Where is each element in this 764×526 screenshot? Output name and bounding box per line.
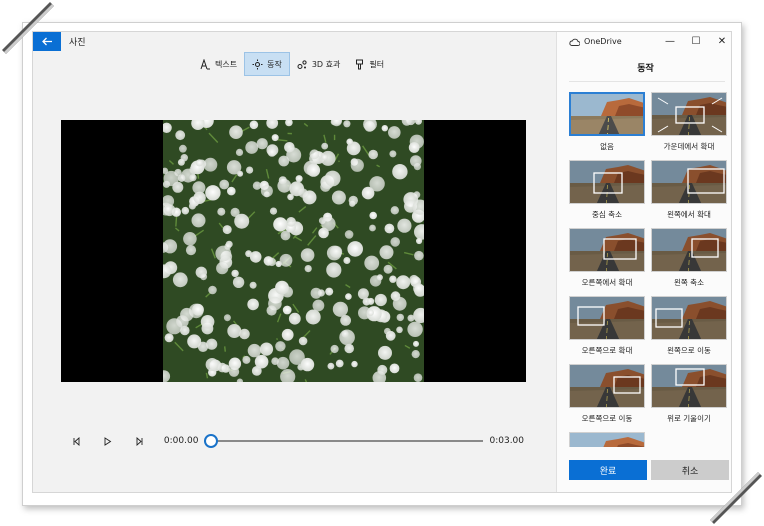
motion-grid: 없음 가운데에서 확대중심 축소 왼쪽에서 확대오른쪽에서 확대 왼쪽 축소오른쪽으로… [569, 92, 729, 447]
text-icon [200, 58, 211, 70]
motion-thumbnail [569, 364, 645, 408]
motion-option-label: 없음 [600, 142, 614, 151]
motion-option-label: 중심 축소 [592, 210, 622, 219]
playback-bar: 0:00.00 0:03.00 [69, 431, 524, 451]
motion-option[interactable]: 왼쪽 축소 [651, 228, 727, 289]
editor-toolbar: 텍스트 동작 3D 효과 필터 [193, 52, 391, 76]
motion-thumbnail [569, 160, 645, 204]
tool-filter[interactable]: 필터 [347, 52, 391, 76]
motion-option[interactable] [569, 432, 645, 447]
tool-3d-effects[interactable]: 3D 효과 [290, 52, 348, 76]
3d-effects-icon [297, 59, 308, 70]
motion-option-label: 오른쪽으로 이동 [581, 414, 633, 423]
back-button[interactable] [33, 32, 61, 51]
motion-option-label: 위로 기울이기 [667, 414, 711, 423]
tool-motion[interactable]: 동작 [244, 52, 290, 76]
panel-actions: 완료 취소 [569, 460, 729, 480]
motion-option[interactable]: 오른쪽에서 확대 [569, 228, 645, 289]
motion-thumbnail [651, 364, 727, 408]
motion-thumbnail [569, 296, 645, 340]
tool-motion-label: 동작 [267, 59, 282, 69]
motion-thumbnail [651, 296, 727, 340]
skip-forward-icon [136, 436, 143, 446]
close-button[interactable]: ✕ [709, 32, 731, 51]
title-bar: 사진 [33, 32, 556, 51]
preview-photo [163, 120, 424, 382]
seek-bar[interactable] [204, 434, 484, 448]
next-frame-button[interactable] [132, 434, 147, 449]
play-button[interactable] [101, 434, 116, 449]
tool-text[interactable]: 텍스트 [193, 52, 244, 76]
motion-option[interactable]: 중심 축소 [569, 160, 645, 221]
motion-thumbnail [651, 160, 727, 204]
play-icon [105, 436, 112, 446]
motion-option[interactable]: 오른쪽으로 확대 [569, 296, 645, 357]
motion-option[interactable]: 가운데에서 확대 [651, 92, 727, 153]
motion-thumbnail [569, 92, 645, 136]
minimize-button[interactable]: — [657, 32, 683, 51]
motion-thumbnail [569, 432, 645, 447]
back-arrow-icon [41, 37, 52, 46]
skip-back-icon [73, 436, 80, 446]
maximize-button[interactable]: ☐ [683, 32, 709, 51]
motion-option-label: 왼쪽 축소 [674, 278, 704, 287]
video-preview[interactable] [61, 120, 526, 382]
motion-option-label: 왼쪽으로 이동 [667, 346, 711, 355]
current-time: 0:00.00 [163, 436, 199, 446]
motion-option[interactable]: 없음 [569, 92, 645, 153]
app-title: 사진 [69, 38, 86, 48]
motion-thumbnail [569, 228, 645, 272]
motion-thumbnail [651, 228, 727, 272]
total-time: 0:03.00 [489, 436, 525, 446]
photos-app-window: 사진 텍스트 동작 3D 효과 필터 0:00.00 0:03.00 OneDr… [32, 31, 732, 493]
onedrive-cloud-icon [569, 38, 580, 46]
motion-option[interactable]: 왼쪽으로 이동 [651, 296, 727, 357]
motion-option[interactable]: 왼쪽에서 확대 [651, 160, 727, 221]
heading-divider [569, 81, 725, 82]
motion-option-label: 오른쪽으로 확대 [581, 346, 633, 355]
motion-option-label: 오른쪽에서 확대 [581, 278, 633, 287]
motion-panel: OneDrive — ☐ ✕ 동작 없음 가운데에서 확대중심 축소 왼쪽에서 확대… [556, 32, 731, 492]
motion-option[interactable]: 위로 기울이기 [651, 364, 727, 425]
motion-option-label: 왼쪽에서 확대 [667, 210, 711, 219]
filter-icon [354, 59, 365, 70]
motion-option[interactable]: 오른쪽으로 이동 [569, 364, 645, 425]
motion-icon [252, 59, 263, 70]
previous-frame-button[interactable] [69, 434, 84, 449]
motion-thumbnail [651, 92, 727, 136]
motion-option-label: 가운데에서 확대 [663, 142, 715, 151]
tool-text-label: 텍스트 [215, 59, 238, 69]
cancel-button[interactable]: 취소 [651, 460, 729, 480]
seek-thumb[interactable] [204, 434, 219, 448]
done-button[interactable]: 완료 [569, 460, 647, 480]
account-label: OneDrive [584, 37, 622, 46]
tool-3d-effects-label: 3D 효과 [311, 59, 341, 69]
panel-heading: 동작 [637, 64, 654, 74]
tool-filter-label: 필터 [369, 59, 385, 69]
